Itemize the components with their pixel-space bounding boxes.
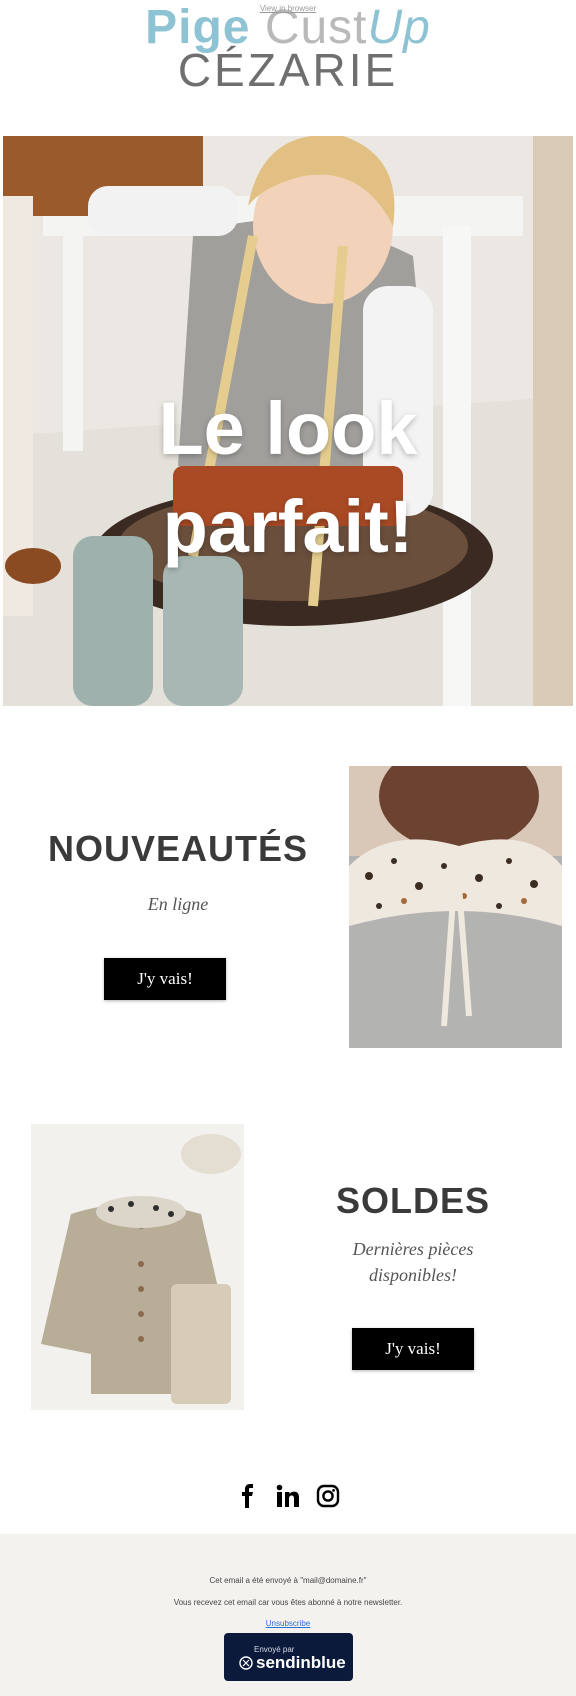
sales-button[interactable]: J'y vais! — [352, 1328, 474, 1370]
new-arrivals-title: NOUVEAUTÉS — [47, 828, 309, 869]
footer-subscription-notice: Vous recevez cet email car vous êtes abo… — [173, 1598, 403, 1607]
badge-brand-name: sendinblue — [256, 1653, 346, 1672]
hero-title: Le look parfait! — [3, 380, 573, 576]
sendinblue-badge[interactable]: Envoyé par sendinblue — [224, 1633, 353, 1681]
hero-title-line1: Le look — [158, 387, 418, 470]
facebook-icon[interactable] — [236, 1484, 260, 1508]
sales-subtitle-line1: Dernières pièces — [352, 1239, 474, 1259]
hero-title-line2: parfait! — [162, 485, 414, 568]
cardigan-outfit-image[interactable] — [31, 1124, 244, 1410]
sales-title: SOLDES — [335, 1180, 491, 1221]
sales-subtitle-line2: disponibles! — [369, 1265, 457, 1285]
brand-logo-bottom: CÉZARIE — [177, 44, 399, 96]
cardigan-outfit-photo — [31, 1124, 244, 1410]
new-arrivals-subtitle: En ligne — [147, 894, 209, 914]
linkedin-icon[interactable] — [276, 1484, 300, 1508]
view-in-browser-link[interactable]: View in browser — [0, 4, 576, 13]
footer-sent-to: Cet email a été envoyé à "mail@domaine.f… — [209, 1576, 367, 1585]
sendinblue-logo-icon — [239, 1656, 253, 1670]
social-links — [0, 1476, 576, 1516]
unsubscribe-link[interactable]: Unsubscribe — [0, 1619, 576, 1628]
leopard-collar-photo — [349, 766, 562, 1048]
sales-subtitle: Dernières pièces disponibles! — [310, 1236, 516, 1288]
new-arrivals-button[interactable]: J'y vais! — [104, 958, 226, 1000]
instagram-icon[interactable] — [316, 1484, 340, 1508]
leopard-collar-image[interactable] — [349, 766, 562, 1048]
